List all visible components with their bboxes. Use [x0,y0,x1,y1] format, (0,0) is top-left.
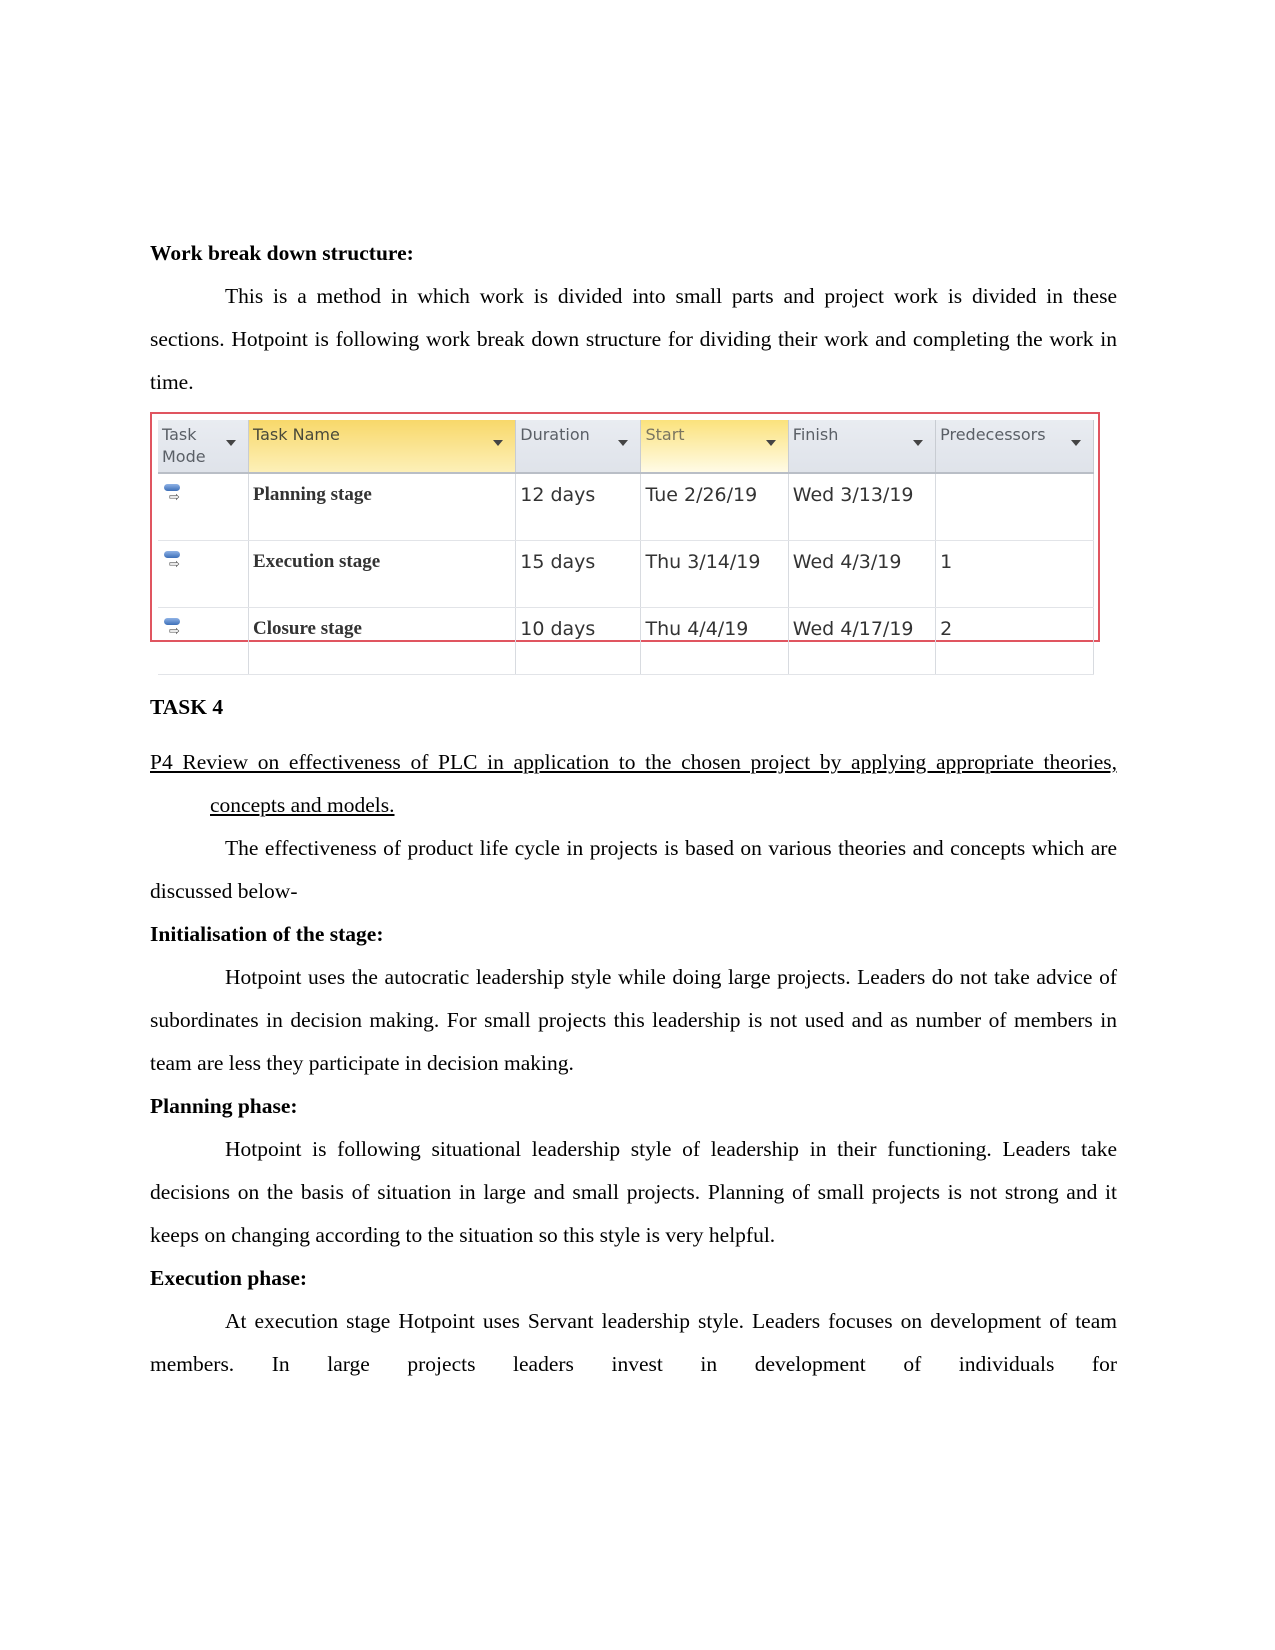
column-header-finish[interactable]: Finish [788,420,937,474]
document-page: Work break down structure: This is a met… [150,232,1117,1386]
table-row[interactable]: ⇨ Planning stage 12 days Tue 2/26/19 Wed… [158,473,1094,541]
predecessors-cell: 1 [935,540,1094,608]
finish-cell: Wed 3/13/19 [788,473,937,541]
task-name-cell: Execution stage [248,540,517,608]
dropdown-arrow-icon[interactable] [225,440,236,446]
p4-title: P4 Review on effectiveness of PLC in app… [150,750,1117,817]
init-heading: Initialisation of the stage: [150,922,384,946]
wbs-paragraph: This is a method in which work is divide… [150,284,1117,394]
table-header-row: Task Mode Task Name Duration Start Finis… [158,420,1094,474]
execution-heading: Execution phase: [150,1266,308,1290]
task-mode-cell: ⇨ [158,473,249,541]
wbs-table: Task Mode Task Name Duration Start Finis… [158,420,1094,675]
task-name-cell: Planning stage [248,473,517,541]
execution-paragraph: At execution stage Hotpoint uses Servant… [150,1309,1117,1376]
column-header-predecessors[interactable]: Predecessors [935,420,1094,474]
finish-cell: Wed 4/17/19 [788,607,937,675]
predecessors-cell [935,473,1094,541]
task-mode-cell: ⇨ [158,540,249,608]
auto-scheduled-task-icon: ⇨ [162,551,182,575]
dropdown-arrow-icon[interactable] [618,440,629,446]
intro-paragraph: The effectiveness of product life cycle … [150,836,1117,903]
planning-paragraph: Hotpoint is following situational leader… [150,1137,1117,1247]
duration-cell: 10 days [515,607,642,675]
start-cell: Thu 3/14/19 [640,540,789,608]
column-header-task-mode[interactable]: Task Mode [158,420,249,474]
table-row[interactable]: ⇨ Closure stage 10 days Thu 4/4/19 Wed 4… [158,607,1094,675]
dropdown-arrow-icon[interactable] [1071,440,1081,446]
task-heading: TASK 4 [150,695,224,719]
column-header-start[interactable]: Start [640,420,789,474]
dropdown-arrow-icon[interactable] [765,440,776,446]
auto-scheduled-task-icon: ⇨ [162,484,182,508]
column-header-task-name[interactable]: Task Name [248,420,517,474]
init-paragraph: Hotpoint uses the autocratic leadership … [150,965,1117,1075]
predecessors-cell: 2 [935,607,1094,675]
planning-heading: Planning phase: [150,1094,298,1118]
dropdown-arrow-icon[interactable] [493,440,504,446]
column-header-duration[interactable]: Duration [515,420,642,474]
start-cell: Tue 2/26/19 [640,473,789,541]
auto-scheduled-task-icon: ⇨ [162,618,182,642]
finish-cell: Wed 4/3/19 [788,540,937,608]
wbs-table-image: Task Mode Task Name Duration Start Finis… [150,412,1100,675]
duration-cell: 12 days [515,473,642,541]
duration-cell: 15 days [515,540,642,608]
table-row[interactable]: ⇨ Execution stage 15 days Thu 3/14/19 We… [158,540,1094,608]
task-name-cell: Closure stage [248,607,517,675]
dropdown-arrow-icon[interactable] [913,440,924,446]
start-cell: Thu 4/4/19 [640,607,789,675]
task-mode-cell: ⇨ [158,607,249,675]
wbs-heading: Work break down structure: [150,241,414,265]
